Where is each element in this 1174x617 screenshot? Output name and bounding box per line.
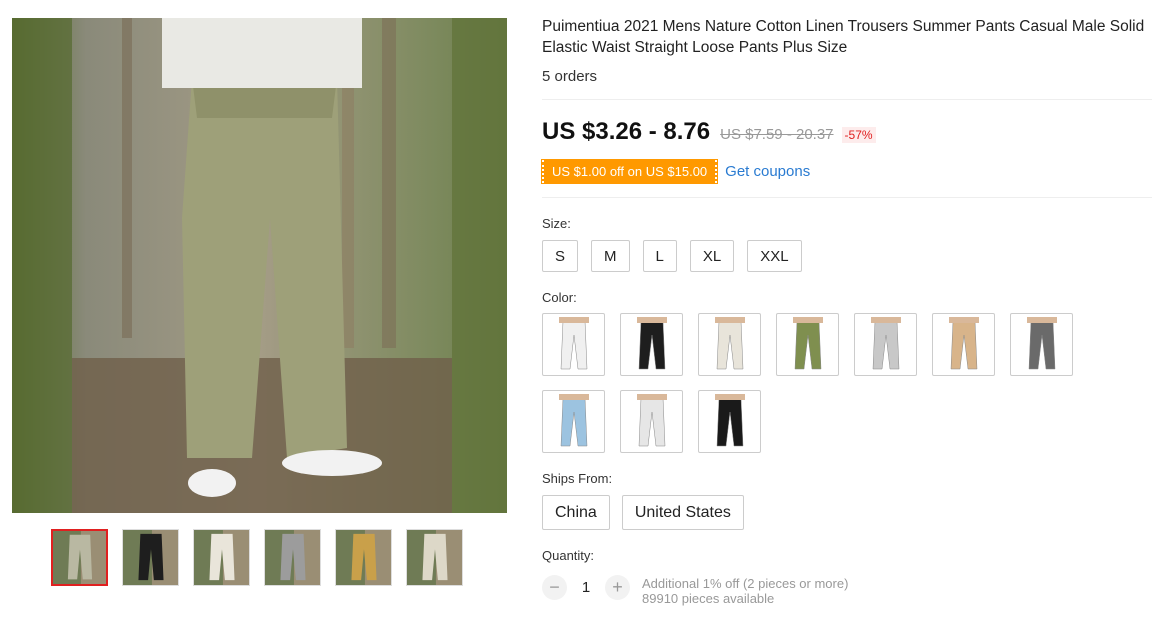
gallery-thumbnail[interactable] xyxy=(264,529,321,586)
divider xyxy=(542,197,1152,198)
ships-from-united-states[interactable]: United States xyxy=(621,495,744,530)
stock-available: 89910 pieces available xyxy=(642,591,775,606)
size-option-s[interactable]: S xyxy=(542,240,579,272)
divider xyxy=(542,99,1152,100)
color-swatch[interactable] xyxy=(542,390,605,453)
product-detail-panel: Puimentiua 2021 Mens Nature Cotton Linen… xyxy=(540,16,1152,606)
size-option-m[interactable]: M xyxy=(591,240,630,272)
main-product-image[interactable] xyxy=(12,18,507,513)
coupon-badge[interactable]: US $1.00 off on US $15.00 xyxy=(540,159,719,184)
size-option-xxl[interactable]: XXL xyxy=(747,240,802,272)
gallery-thumbnail[interactable] xyxy=(193,529,250,586)
color-swatch[interactable] xyxy=(698,313,761,376)
quantity-value[interactable]: 1 xyxy=(567,575,605,600)
get-coupons-link[interactable]: Get coupons xyxy=(725,163,810,180)
ships-from-options: China United States xyxy=(542,495,1152,530)
bulk-discount-note: Additional 1% off (2 pieces or more) xyxy=(642,576,849,591)
ships-from-china[interactable]: China xyxy=(542,495,610,530)
color-swatch[interactable] xyxy=(776,313,839,376)
coupon-row: US $1.00 off on US $15.00 Get coupons xyxy=(540,159,1152,184)
gallery-thumbnail[interactable] xyxy=(335,529,392,586)
color-label: Color: xyxy=(542,290,577,305)
color-swatch[interactable] xyxy=(932,313,995,376)
size-option-l[interactable]: L xyxy=(642,240,677,272)
size-label: Size: xyxy=(542,216,571,231)
color-options xyxy=(542,313,1082,453)
ships-from-label: Ships From: xyxy=(542,471,613,486)
color-swatch[interactable] xyxy=(620,313,683,376)
quantity-increase-button[interactable]: + xyxy=(605,575,630,600)
size-option-xl[interactable]: XL xyxy=(689,240,735,272)
color-swatch[interactable] xyxy=(854,313,917,376)
color-swatch[interactable] xyxy=(620,390,683,453)
quantity-stepper: − 1 + Additional 1% off (2 pieces or mor… xyxy=(542,575,1152,606)
quantity-info: Additional 1% off (2 pieces or more) 899… xyxy=(642,576,848,606)
product-title: Puimentiua 2021 Mens Nature Cotton Linen… xyxy=(542,18,1145,56)
gallery-thumbnail[interactable] xyxy=(122,529,179,586)
quantity-label: Quantity: xyxy=(542,548,595,563)
order-count: 5 orders xyxy=(542,68,598,85)
original-price: US $7.59 - 20.37 xyxy=(720,126,834,143)
price-row: US $3.26 - 8.76 US $7.59 - 20.37 -57% xyxy=(542,118,1152,146)
color-swatch[interactable] xyxy=(698,390,761,453)
size-options: S M L XL XXL xyxy=(542,240,1152,272)
gallery-thumbnail[interactable] xyxy=(406,529,463,586)
thumbnail-strip xyxy=(51,529,463,586)
color-swatch[interactable] xyxy=(542,313,605,376)
gallery-thumbnail[interactable] xyxy=(51,529,108,586)
current-price: US $3.26 - 8.76 xyxy=(542,118,711,145)
quantity-decrease-button[interactable]: − xyxy=(542,575,567,600)
discount-badge: -57% xyxy=(841,127,876,143)
color-swatch[interactable] xyxy=(1010,313,1073,376)
